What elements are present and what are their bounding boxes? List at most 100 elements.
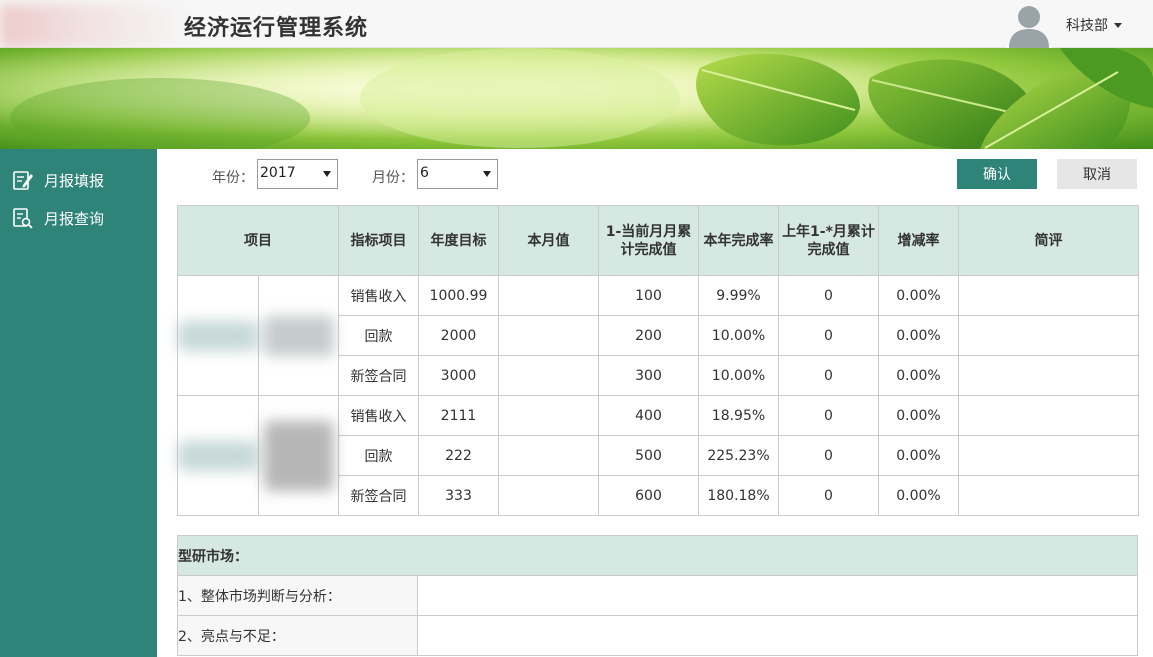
last-year-cell: 0 — [778, 435, 879, 476]
change-rate-cell: 0.00% — [878, 315, 959, 356]
completion-rate-cell: 225.23% — [698, 435, 779, 476]
comment-input[interactable] — [958, 395, 1139, 436]
comment-input[interactable] — [958, 355, 1139, 396]
year-select[interactable]: 2017 — [257, 159, 338, 189]
sidebar-item-monthly-report-entry[interactable]: 月报填报 — [0, 161, 157, 199]
leaves-illustration — [0, 48, 1153, 149]
confirm-button[interactable]: 确认 — [957, 159, 1037, 189]
target-cell: 3000 — [418, 355, 499, 396]
last-year-cell: 0 — [778, 475, 879, 516]
target-cell: 333 — [418, 475, 499, 516]
caret-down-icon — [1114, 22, 1122, 28]
redacted-project-cell — [177, 395, 259, 516]
cumulative-cell: 500 — [598, 435, 699, 476]
section-title: 型研市场： — [177, 535, 1138, 576]
sidebar-item-label: 月报查询 — [44, 209, 105, 228]
column-header: 增减率 — [878, 205, 959, 276]
sidebar: 月报填报 月报查询 — [0, 149, 157, 657]
indicator-cell: 回款 — [338, 435, 419, 476]
completion-rate-cell: 180.18% — [698, 475, 779, 516]
indicator-cell: 新签合同 — [338, 355, 419, 396]
top-header: 经济运行管理系统 科技部 — [0, 0, 1153, 48]
comment-input[interactable] — [958, 435, 1139, 476]
section-row: 2、亮点与不足： — [177, 615, 1138, 656]
target-cell: 1000.99 — [418, 275, 499, 316]
column-header: 指标项目 — [338, 205, 419, 276]
section-item-label: 1、整体市场判断与分析： — [177, 575, 418, 616]
month-value-input[interactable] — [498, 435, 599, 476]
change-rate-cell: 0.00% — [878, 435, 959, 476]
column-header: 本月值 — [498, 205, 599, 276]
table-row: 销售收入 2111 400 18.95% 0 0.00% — [177, 395, 1139, 516]
target-cell: 2111 — [418, 395, 499, 436]
cumulative-cell: 600 — [598, 475, 699, 516]
month-value-input[interactable] — [498, 315, 599, 356]
redacted-project-cell — [258, 275, 339, 396]
user-name: 科技部 — [1066, 18, 1108, 34]
column-header: 简评 — [958, 205, 1139, 276]
cancel-button[interactable]: 取消 — [1057, 159, 1137, 189]
last-year-cell: 0 — [778, 315, 879, 356]
completion-rate-cell: 18.95% — [698, 395, 779, 436]
cumulative-cell: 400 — [598, 395, 699, 436]
sidebar-item-monthly-report-query[interactable]: 月报查询 — [0, 199, 157, 237]
month-value-input[interactable] — [498, 355, 599, 396]
change-rate-cell: 0.00% — [878, 395, 959, 436]
cumulative-cell: 200 — [598, 315, 699, 356]
month-value-input[interactable] — [498, 275, 599, 316]
column-header: 上年1-*月累计完成值 — [778, 205, 879, 276]
completion-rate-cell: 9.99% — [698, 275, 779, 316]
column-header: 年度目标 — [418, 205, 499, 276]
indicator-cell: 新签合同 — [338, 475, 419, 516]
section-item-input[interactable] — [417, 575, 1138, 616]
target-cell: 2000 — [418, 315, 499, 356]
last-year-cell: 0 — [778, 275, 879, 316]
indicator-cell: 销售收入 — [338, 275, 419, 316]
search-doc-icon — [13, 208, 33, 229]
filter-bar: 年份： 2017 月份： 6 确认 取消 — [157, 149, 1153, 205]
month-value-input[interactable] — [498, 475, 599, 516]
completion-rate-cell: 10.00% — [698, 315, 779, 356]
column-header: 项目 — [177, 205, 339, 276]
report-table: 项目 指标项目 年度目标 本月值 1-当前月月累计完成值 本年完成率 上年1-*… — [177, 205, 1139, 516]
avatar-icon[interactable] — [1006, 0, 1052, 48]
comment-input[interactable] — [958, 475, 1139, 516]
month-select[interactable]: 6 — [417, 159, 498, 189]
redacted-project-cell — [258, 395, 339, 516]
month-value-input[interactable] — [498, 395, 599, 436]
market-section: 型研市场： 1、整体市场判断与分析： 2、亮点与不足： — [177, 535, 1138, 656]
section-item-label: 2、亮点与不足： — [177, 615, 418, 656]
chevron-down-icon — [323, 171, 331, 177]
redacted-text — [263, 315, 334, 356]
indicator-cell: 销售收入 — [338, 395, 419, 436]
user-menu[interactable]: 科技部 — [1066, 15, 1122, 35]
redacted-text — [263, 420, 334, 491]
month-label: 月份： — [372, 170, 414, 186]
chevron-down-icon — [483, 171, 491, 177]
change-rate-cell: 0.00% — [878, 475, 959, 516]
banner-image — [0, 48, 1153, 149]
column-header: 1-当前月月累计完成值 — [598, 205, 699, 276]
table-header-row: 项目 指标项目 年度目标 本月值 1-当前月月累计完成值 本年完成率 上年1-*… — [177, 205, 1139, 276]
completion-rate-cell: 10.00% — [698, 355, 779, 396]
section-row: 1、整体市场判断与分析： — [177, 575, 1138, 616]
target-cell: 222 — [418, 435, 499, 476]
section-item-input[interactable] — [417, 615, 1138, 656]
change-rate-cell: 0.00% — [878, 355, 959, 396]
cumulative-cell: 100 — [598, 275, 699, 316]
cumulative-cell: 300 — [598, 355, 699, 396]
month-select-value: 6 — [420, 165, 429, 181]
year-label: 年份： — [212, 170, 254, 186]
redacted-text — [178, 320, 258, 351]
comment-input[interactable] — [958, 275, 1139, 316]
table-row: 销售收入 1000.99 100 9.99% 0 0.00% — [177, 275, 1139, 396]
comment-input[interactable] — [958, 315, 1139, 356]
year-select-value: 2017 — [260, 165, 296, 181]
app-title: 经济运行管理系统 — [184, 16, 369, 41]
sidebar-item-label: 月报填报 — [44, 171, 105, 190]
last-year-cell: 0 — [778, 355, 879, 396]
column-header: 本年完成率 — [698, 205, 779, 276]
redacted-project-cell — [177, 275, 259, 396]
change-rate-cell: 0.00% — [878, 275, 959, 316]
logo — [0, 4, 190, 48]
